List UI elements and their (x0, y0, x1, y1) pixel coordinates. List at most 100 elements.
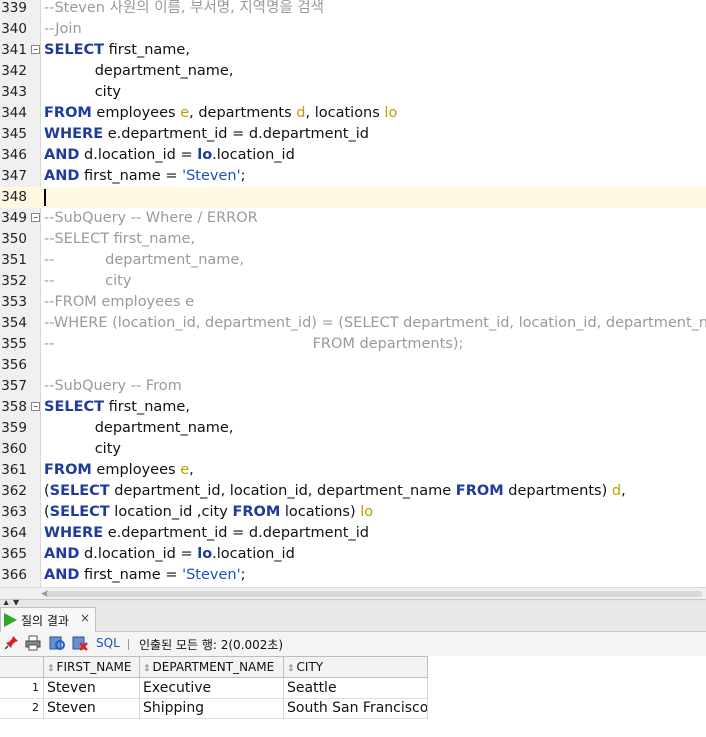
code-line[interactable]: 352 -- city (0, 271, 706, 292)
cell-city[interactable]: Seattle (284, 678, 428, 698)
cell-department-name[interactable]: Shipping (140, 698, 284, 718)
code-line[interactable]: 355 -- FROM departments); (0, 334, 706, 355)
code-token: location_id ,city (109, 504, 233, 520)
fetch-status: 인출된 모든 행: 2(0.002초) (139, 638, 284, 652)
code-line[interactable]: 363 (SELECT location_id ,city FROM locati… (0, 502, 706, 523)
code-token: , (621, 483, 626, 499)
code-token: lo (384, 105, 398, 121)
text-caret (44, 189, 46, 206)
code-line[interactable]: 345 WHERE e.department_id = d.department_… (0, 124, 706, 145)
line-number: 351 (1, 252, 27, 268)
code-line[interactable]: 339 --Steven 사원의 이름, 부서명, 지역명을 검색 (0, 0, 706, 19)
code-line[interactable]: 354 --WHERE (location_id, department_id) … (0, 313, 706, 334)
code-text: -- city (44, 271, 131, 292)
code-token: department_name, (44, 63, 234, 79)
line-number: 352 (1, 273, 27, 289)
row-number-header (0, 657, 44, 677)
code-line[interactable]: 340 --Join (0, 19, 706, 40)
code-token: .location_id (212, 147, 295, 163)
code-token: SELECT (44, 42, 105, 58)
code-line[interactable]: 362 (SELECT department_id, location_id, d… (0, 481, 706, 502)
code-line[interactable]: 357 --SubQuery -- From (0, 376, 706, 397)
close-icon[interactable]: × (80, 611, 90, 625)
code-line[interactable]: 346 AND d.location_id = lo.location_id (0, 145, 706, 166)
cell-city[interactable]: South San Francisco (284, 698, 428, 718)
code-line[interactable]: 342 department_name, (0, 61, 706, 82)
code-line[interactable]: 361 FROM employees e, (0, 460, 706, 481)
code-line[interactable]: 359 department_name, (0, 418, 706, 439)
grid-header-row: ⇕ FIRST_NAME ⇕ DEPARTMENT_NAME ⇕ CITY (0, 656, 428, 678)
code-line[interactable]: 360 city (0, 439, 706, 460)
line-number: 357 (1, 378, 27, 394)
fold-toggle-icon[interactable]: − (31, 45, 40, 54)
code-token: department_id, location_id, department_n… (109, 483, 456, 499)
code-token: , locations (305, 105, 385, 121)
code-line[interactable]: 356 (0, 355, 706, 376)
code-token: employees (91, 462, 181, 478)
code-line[interactable]: 347 AND first_name = 'Steven'; (0, 166, 706, 187)
sql-editor[interactable]: 339 --Steven 사원의 이름, 부서명, 지역명을 검색 340 --Joi… (0, 0, 706, 587)
line-number: 339 (1, 0, 27, 16)
fold-toggle-icon[interactable]: − (31, 402, 40, 411)
row-number: 2 (0, 698, 44, 718)
code-token: e.department_id = d.department_id (103, 126, 369, 142)
code-line[interactable]: 353 --FROM employees e (0, 292, 706, 313)
code-token: city (44, 84, 121, 100)
line-number: 342 (1, 63, 27, 79)
code-token: employees (91, 105, 181, 121)
code-token: .location_id (212, 546, 295, 562)
code-line[interactable]: 351 -- department_name, (0, 250, 706, 271)
sort-icon[interactable]: ⇕ (287, 664, 295, 674)
line-number: 355 (1, 336, 27, 352)
sort-icon[interactable]: ⇕ (47, 664, 55, 674)
code-text: department_name, (44, 61, 234, 82)
column-header-city[interactable]: ⇕ CITY (284, 657, 428, 677)
refresh-icon[interactable] (49, 635, 65, 651)
code-token: FROM (44, 462, 92, 478)
code-token: first_name, (104, 42, 190, 58)
sql-link[interactable]: SQL (96, 636, 120, 650)
fold-toggle-icon[interactable]: − (31, 213, 40, 222)
code-token: --SubQuery -- Where / ERROR (44, 210, 258, 226)
code-text: --SubQuery -- Where / ERROR (44, 208, 258, 229)
sort-icon[interactable]: ⇕ (143, 664, 151, 674)
code-line[interactable]: 350 --SELECT first_name, (0, 229, 706, 250)
export-icon[interactable] (72, 635, 88, 651)
line-number: 361 (1, 462, 27, 478)
code-line[interactable]: 344 FROM employees e, departments d, loca… (0, 103, 706, 124)
pin-icon[interactable] (4, 635, 20, 651)
code-line[interactable]: 364 WHERE e.department_id = d.department_… (0, 523, 706, 544)
code-line[interactable]: 341− SELECT first_name, (0, 40, 706, 61)
code-token: WHERE (44, 126, 104, 142)
code-text: SELECT first_name, (44, 397, 190, 418)
code-line[interactable]: 366 AND first_name = 'Steven'; (0, 565, 706, 586)
code-text: (SELECT department_id, location_id, depa… (44, 481, 626, 502)
code-line[interactable]: 343 city (0, 82, 706, 103)
line-number: 366 (1, 567, 27, 583)
code-text: --WHERE (location_id, department_id) = (… (44, 313, 706, 334)
line-number: 363 (1, 504, 27, 520)
column-header-first-name[interactable]: ⇕ FIRST_NAME (44, 657, 140, 677)
code-token: SELECT (49, 483, 110, 499)
print-icon[interactable] (25, 635, 41, 651)
code-line[interactable]: 365 AND d.location_id = lo.location_id (0, 544, 706, 565)
cell-first-name[interactable]: Steven (44, 698, 140, 718)
code-text: (SELECT location_id ,city FROM locations… (44, 502, 373, 523)
play-icon (4, 613, 17, 627)
code-line[interactable]: 348 (0, 187, 706, 208)
cell-first-name[interactable]: Steven (44, 678, 140, 698)
cell-department-name[interactable]: Executive (140, 678, 284, 698)
line-number: 345 (1, 126, 27, 142)
code-token: departments) (503, 483, 612, 499)
line-number: 348 (1, 189, 27, 205)
scrollbar-thumb[interactable] (47, 591, 702, 597)
tab-query-result[interactable]: 질의 결과 × (0, 607, 96, 632)
code-line[interactable]: 358− SELECT first_name, (0, 397, 706, 418)
code-token: -- FROM departments); (44, 336, 464, 352)
code-token: 'Steven' (182, 567, 241, 583)
code-token: d.location_id = (79, 546, 198, 562)
table-row[interactable]: 1 Steven Executive Seattle (0, 678, 428, 699)
code-line[interactable]: 349− --SubQuery -- Where / ERROR (0, 208, 706, 229)
table-row[interactable]: 2 Steven Shipping South San Francisco (0, 698, 428, 719)
column-header-department-name[interactable]: ⇕ DEPARTMENT_NAME (140, 657, 284, 677)
